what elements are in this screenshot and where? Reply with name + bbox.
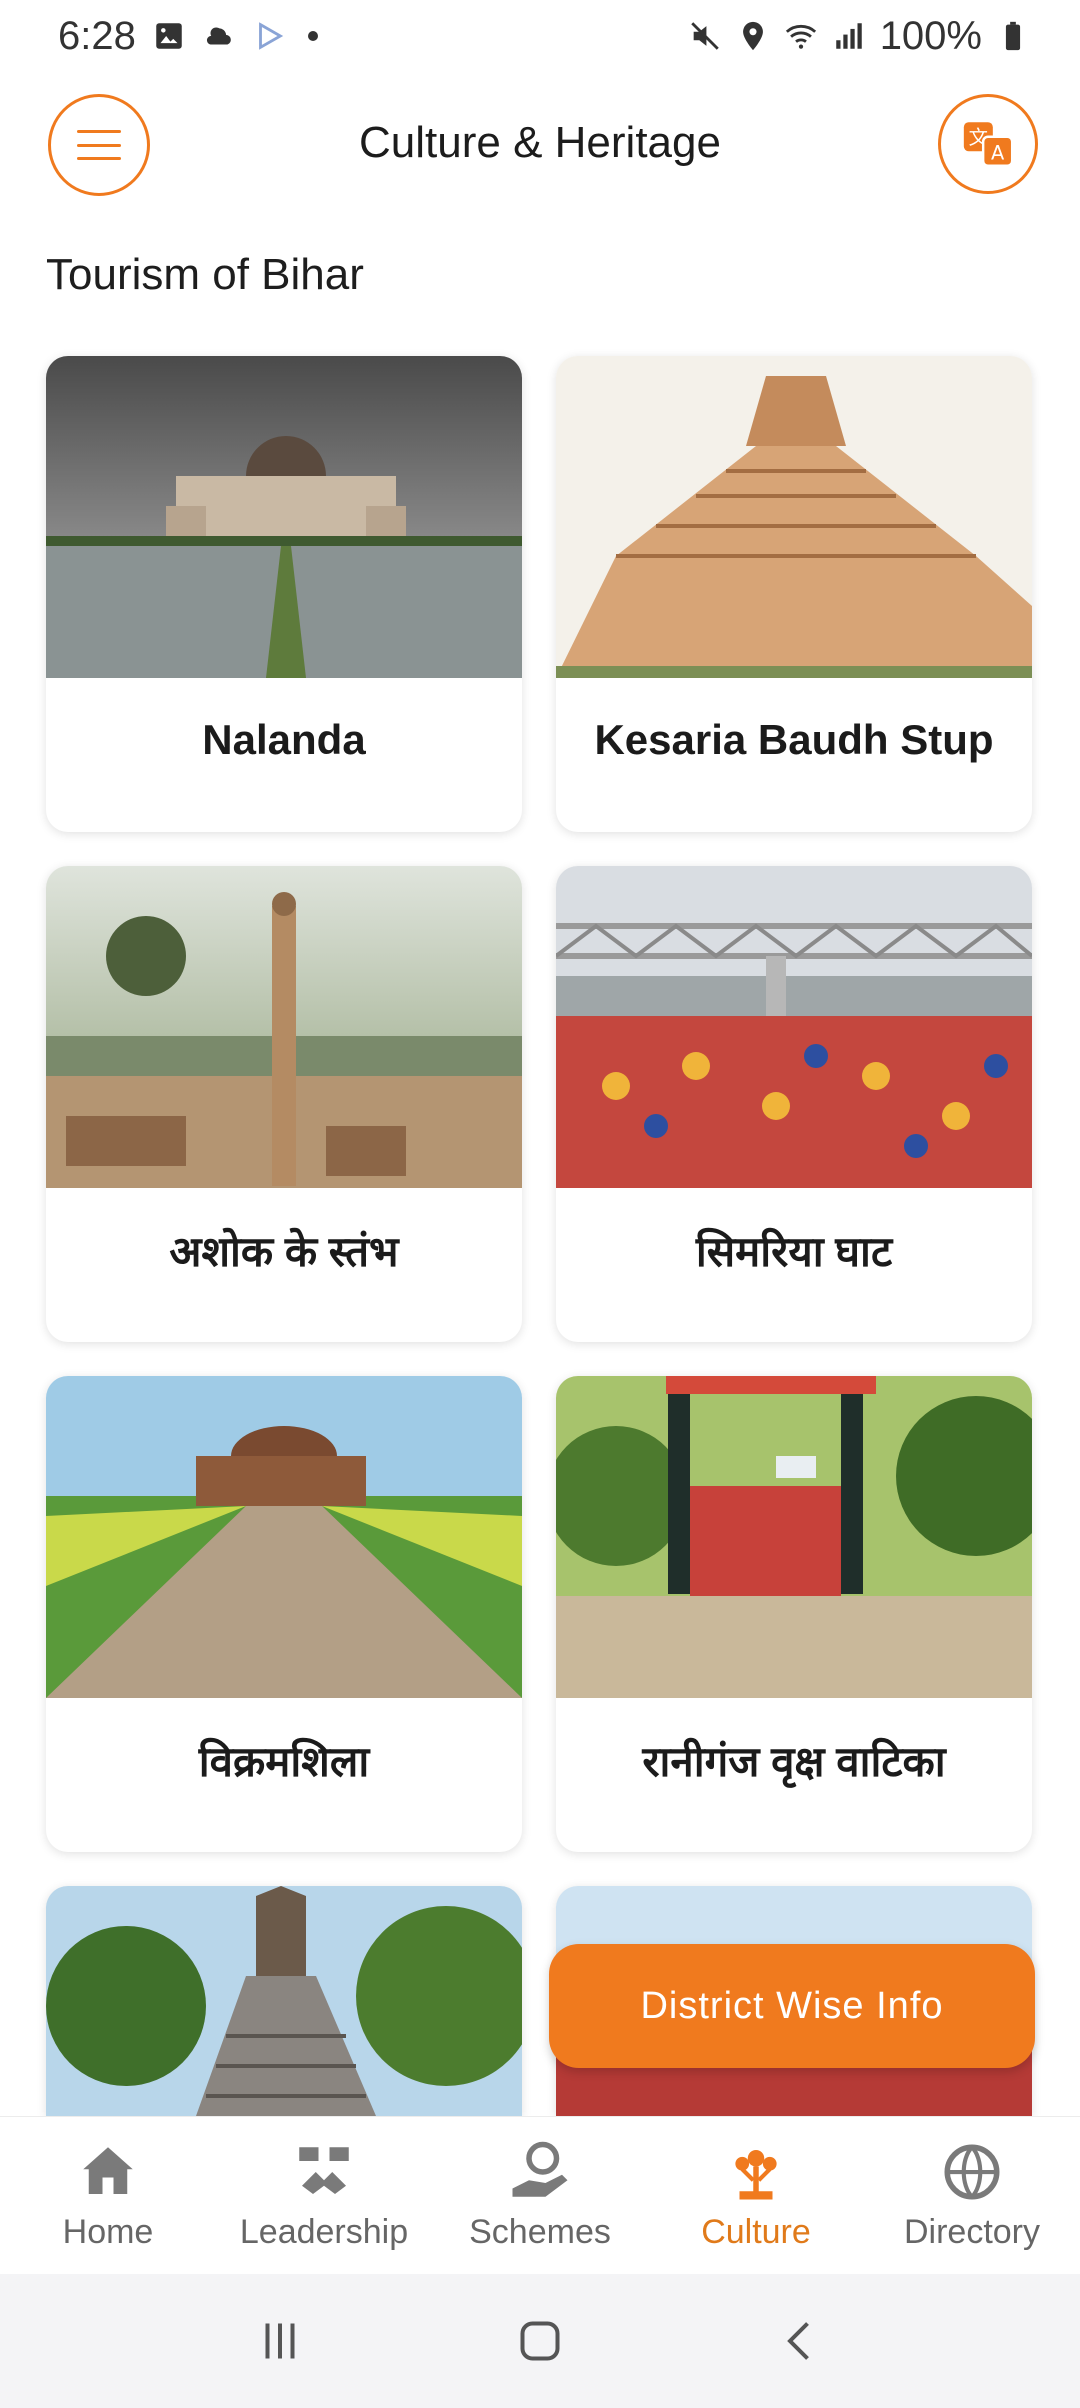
card-partial-left[interactable] (46, 1886, 522, 2116)
culture-icon (735, 2150, 777, 2200)
wifi-icon (785, 24, 816, 49)
app-header: Culture & Heritage 文 A (0, 90, 1080, 200)
status-right: 100% (688, 14, 1030, 59)
card-nalanda[interactable]: Nalanda (46, 356, 522, 832)
nav-directory[interactable]: Directory (864, 2117, 1080, 2274)
nav-label: Leadership (239, 2213, 409, 2251)
card-image-nalanda (46, 356, 522, 678)
play-icon (258, 22, 284, 50)
page-title: Culture & Heritage (359, 118, 721, 167)
status-bar: 6:28 100% (0, 0, 1080, 72)
card-label: रानीगंज वृक्ष वाटिका (642, 1737, 946, 1785)
card-simariya-ghat[interactable]: सिमरिया घाट (556, 866, 1032, 1342)
home-icon (83, 2147, 133, 2194)
signal-icon (835, 23, 862, 49)
nav-label: Schemes (469, 2213, 611, 2251)
status-left: 6:28 (58, 14, 318, 59)
section-heading: Tourism of Bihar (46, 250, 364, 299)
battery-icon (1005, 21, 1021, 51)
card-kesaria-baudh-stup[interactable]: Kesaria Baudh Stup (556, 356, 1032, 832)
card-label: Kesaria Baudh Stup (594, 716, 994, 763)
card-image-vikramshila (46, 1376, 522, 1698)
nav-leadership[interactable]: Leadership (216, 2117, 432, 2274)
battery-percent: 100% (879, 13, 982, 58)
location-icon (742, 21, 763, 51)
notification-dot (307, 31, 318, 41)
nav-schemes[interactable]: Schemes (432, 2117, 648, 2274)
card-ashok-stambh[interactable]: अशोक के स्तंभ (46, 866, 522, 1342)
back-icon[interactable] (770, 2311, 830, 2371)
home-button-icon[interactable] (510, 2311, 570, 2371)
gallery-icon (156, 23, 182, 49)
district-wise-info-button[interactable]: District Wise Info (549, 1944, 1035, 2068)
system-nav-bar (0, 2274, 1080, 2408)
nav-label: Home (62, 2213, 154, 2251)
schemes-icon (512, 2141, 568, 2197)
card-image-raniganj (556, 1376, 1032, 1698)
card-vikramshila[interactable]: विक्रमशिला (46, 1376, 522, 1852)
nav-culture[interactable]: Culture (648, 2117, 864, 2274)
card-raniganj-vriksh-vatika[interactable]: रानीगंज वृक्ष वाटिका (556, 1376, 1032, 1852)
directory-icon (944, 2144, 1000, 2200)
translate-icon: 文 A (963, 122, 1014, 167)
nav-label: Directory (903, 2213, 1041, 2251)
card-image-kesaria (556, 356, 1032, 678)
mute-icon (690, 22, 719, 50)
language-button[interactable]: 文 A (938, 94, 1038, 194)
card-label: Nalanda (202, 716, 366, 763)
card-image-partial-left (46, 1886, 522, 2116)
recent-apps-icon[interactable] (250, 2311, 310, 2371)
nav-label: Culture (701, 2213, 811, 2251)
card-image-simariya (556, 866, 1032, 1188)
bottom-nav: Home Leadership Schemes Culture Director… (0, 2116, 1080, 2274)
card-label: अशोक के स्तंभ (169, 1227, 399, 1275)
card-image-ashok (46, 866, 522, 1188)
card-label: विक्रमशिला (198, 1737, 370, 1785)
card-label: सिमरिया घाट (695, 1227, 893, 1275)
nav-home[interactable]: Home (0, 2117, 216, 2274)
svg-text:A: A (991, 142, 1005, 165)
weather-icon (206, 27, 231, 45)
status-time: 6:28 (58, 13, 136, 58)
leadership-icon (299, 2147, 349, 2194)
